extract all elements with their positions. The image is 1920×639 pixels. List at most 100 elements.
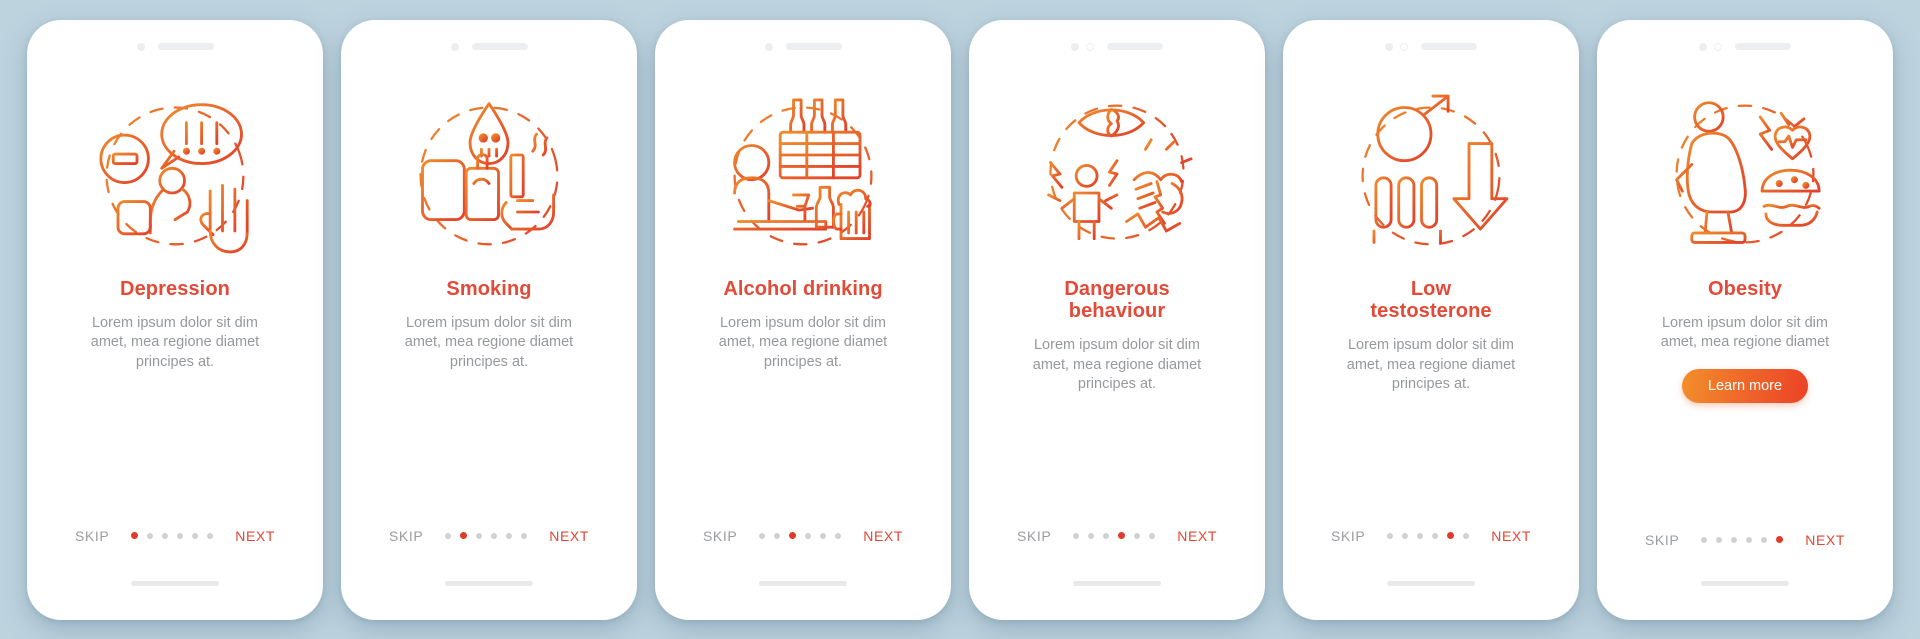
pagination-dot-1-active[interactable] [131, 532, 139, 539]
onboarding-screen-obesity: Obesity Lorem ipsum dolor sit dim amet, m… [1597, 19, 1893, 620]
sensor-icon [1714, 42, 1722, 51]
depression-illustration [80, 88, 270, 260]
pagination-dot-4[interactable] [805, 532, 812, 539]
front-camera-icon [764, 42, 773, 51]
skip-button[interactable]: SKIP [1017, 528, 1051, 544]
learn-more-button[interactable]: Learn more [1681, 369, 1809, 404]
screen-title: Depression [120, 277, 230, 300]
home-indicator [445, 580, 533, 586]
pagination-dot-4[interactable] [1746, 536, 1753, 543]
earpiece-speaker [471, 43, 528, 50]
pagination-dot-3[interactable] [1417, 532, 1424, 539]
screen-description: Lorem ipsum dolor sit dim amet, mea regi… [404, 314, 574, 371]
pagination-dot-6[interactable] [835, 532, 842, 539]
home-indicator [131, 580, 219, 586]
screen-description: Lorem ipsum dolor sit dim amet, mea regi… [90, 314, 260, 371]
screen-content: Obesity Lorem ipsum dolor sit dim amet, m… [1597, 20, 1893, 620]
pagination-dot-4[interactable] [177, 532, 184, 539]
pagination-dot-2[interactable] [774, 532, 781, 539]
skip-button[interactable]: SKIP [389, 528, 423, 544]
sensor-icon [1400, 42, 1408, 51]
front-camera-icon [1071, 42, 1079, 51]
skip-button[interactable]: SKIP [1645, 532, 1679, 548]
earpiece-speaker [785, 43, 842, 50]
phone-notch [341, 42, 637, 52]
smoking-illustration [394, 88, 584, 260]
skip-button[interactable]: SKIP [1331, 528, 1365, 544]
pagination-dot-5[interactable] [192, 532, 199, 539]
home-indicator [1073, 580, 1161, 586]
pagination-dot-5[interactable] [1761, 536, 1768, 543]
screen-description: Lorem ipsum dolor sit dim amet, mea regi… [1660, 314, 1830, 351]
pagination-dot-6[interactable] [521, 532, 528, 539]
pagination-dots [759, 532, 842, 539]
onboarding-screen-depression: Depression Lorem ipsum dolor sit dim amet… [27, 19, 323, 620]
onboarding-screen-alcohol-drinking: Alcohol drinking Lorem ipsum dolor sit di… [655, 19, 951, 620]
onboarding-nav: SKIP NEXT [27, 528, 323, 544]
next-button[interactable]: NEXT [1177, 528, 1217, 544]
sensor-icon [1086, 42, 1094, 51]
pagination-dots [1387, 532, 1470, 539]
pagination-dots [1701, 536, 1784, 543]
pagination-dot-1[interactable] [1073, 532, 1080, 539]
pagination-dot-4[interactable] [1432, 532, 1439, 539]
pagination-dot-6[interactable] [1463, 532, 1470, 539]
screen-description: Lorem ipsum dolor sit dim amet, mea regi… [1346, 337, 1516, 393]
phone-notch [1597, 42, 1893, 52]
low-testosterone-illustration [1336, 88, 1526, 260]
screen-description: Lorem ipsum dolor sit dim amet, mea regi… [718, 314, 888, 371]
home-indicator [1387, 580, 1475, 586]
front-camera-icon [450, 42, 459, 51]
next-button[interactable]: NEXT [1491, 528, 1531, 544]
phone-notch [655, 42, 951, 52]
next-button[interactable]: NEXT [1805, 532, 1845, 548]
pagination-dot-3[interactable] [1731, 536, 1738, 543]
pagination-dot-4-active[interactable] [1118, 532, 1126, 539]
pagination-dot-5-active[interactable] [1447, 532, 1455, 539]
pagination-dot-3-active[interactable] [789, 532, 797, 539]
pagination-dot-3[interactable] [162, 532, 169, 539]
pagination-dot-1[interactable] [1387, 532, 1394, 539]
pagination-dot-2[interactable] [1716, 536, 1723, 543]
pagination-dot-5[interactable] [1134, 532, 1141, 539]
onboarding-nav: SKIP NEXT [969, 528, 1265, 544]
skip-button[interactable]: SKIP [75, 528, 109, 544]
pagination-dot-4[interactable] [491, 532, 498, 539]
screen-title: Alcohol drinking [723, 277, 883, 300]
front-camera-icon [136, 42, 145, 51]
next-button[interactable]: NEXT [549, 528, 589, 544]
onboarding-nav: SKIP NEXT [655, 528, 951, 544]
onboarding-nav: SKIP NEXT [1283, 528, 1579, 544]
home-indicator [1701, 580, 1789, 586]
pagination-dot-2[interactable] [147, 532, 154, 539]
pagination-dot-1[interactable] [445, 532, 452, 539]
front-camera-icon [1699, 42, 1707, 51]
pagination-dot-6[interactable] [207, 532, 214, 539]
next-button[interactable]: NEXT [863, 528, 903, 544]
pagination-dot-5[interactable] [506, 532, 513, 539]
pagination-dot-2[interactable] [1088, 532, 1095, 539]
pagination-dot-6-active[interactable] [1776, 536, 1784, 543]
pagination-dot-2[interactable] [1402, 532, 1409, 539]
pagination-dot-3[interactable] [476, 532, 483, 539]
pagination-dots [1073, 532, 1156, 539]
front-camera-icon [1385, 42, 1393, 51]
pagination-dot-3[interactable] [1103, 532, 1110, 539]
pagination-dot-5[interactable] [820, 532, 827, 539]
obesity-illustration [1650, 88, 1840, 260]
onboarding-nav: SKIP NEXT [1597, 532, 1893, 548]
dangerous-behaviour-illustration [1022, 88, 1212, 260]
earpiece-speaker [157, 43, 214, 50]
screen-title: Obesity [1707, 277, 1783, 300]
next-button[interactable]: NEXT [235, 528, 275, 544]
screen-title: Smoking [446, 277, 532, 300]
pagination-dot-1[interactable] [759, 532, 766, 539]
phone-notch [27, 42, 323, 52]
earpiece-speaker [1735, 43, 1791, 50]
pagination-dot-1[interactable] [1701, 536, 1708, 543]
pagination-dot-2-active[interactable] [460, 532, 468, 539]
phone-notch [969, 42, 1265, 52]
onboarding-screen-dangerous-behaviour: Dangerous behaviour Lorem ipsum dolor sit… [969, 19, 1265, 620]
pagination-dot-6[interactable] [1149, 532, 1156, 539]
skip-button[interactable]: SKIP [703, 528, 737, 544]
